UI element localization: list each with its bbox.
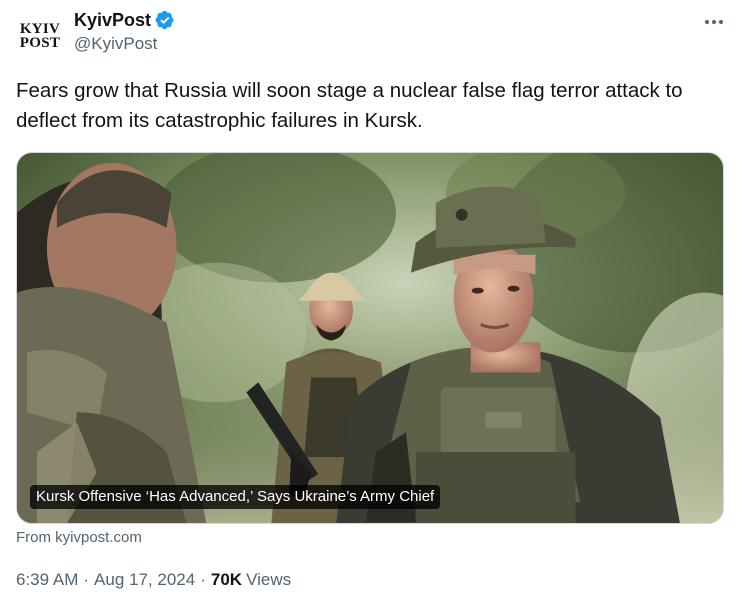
tweet-date[interactable]: Aug 17, 2024	[94, 570, 195, 590]
tweet-text: Fears grow that Russia will soon stage a…	[16, 79, 683, 132]
author-names: KyivPost @KyivPost	[74, 8, 175, 54]
tweet-header: KYIV POST KyivPost @KyivPost	[16, 8, 728, 60]
article-photo	[17, 153, 723, 523]
display-name[interactable]: KyivPost	[74, 10, 151, 31]
avatar[interactable]: KYIV POST	[16, 12, 64, 60]
card-title[interactable]: Kursk Offensive ‘Has Advanced,’ Says Ukr…	[30, 485, 441, 509]
views-label: Views	[246, 570, 292, 589]
author-handle[interactable]: @KyivPost	[74, 34, 175, 54]
more-options-icon[interactable]	[700, 10, 728, 34]
link-card-media[interactable]: Kursk Offensive ‘Has Advanced,’ Says Ukr…	[16, 152, 724, 524]
meta-separator: ·	[83, 570, 90, 589]
tweet-time[interactable]: 6:39 AM	[16, 570, 78, 590]
views-count[interactable]: 70K	[211, 570, 242, 590]
avatar-logo-line1: KYIV	[19, 20, 61, 37]
avatar-logo-line2: POST	[19, 34, 61, 51]
tweet-meta: 6:39 AM · Aug 17, 2024 · 70K Views	[16, 570, 291, 590]
link-source[interactable]: From kyivpost.com	[16, 529, 142, 546]
meta-separator-2: ·	[200, 570, 206, 589]
verified-badge-icon	[155, 10, 174, 30]
